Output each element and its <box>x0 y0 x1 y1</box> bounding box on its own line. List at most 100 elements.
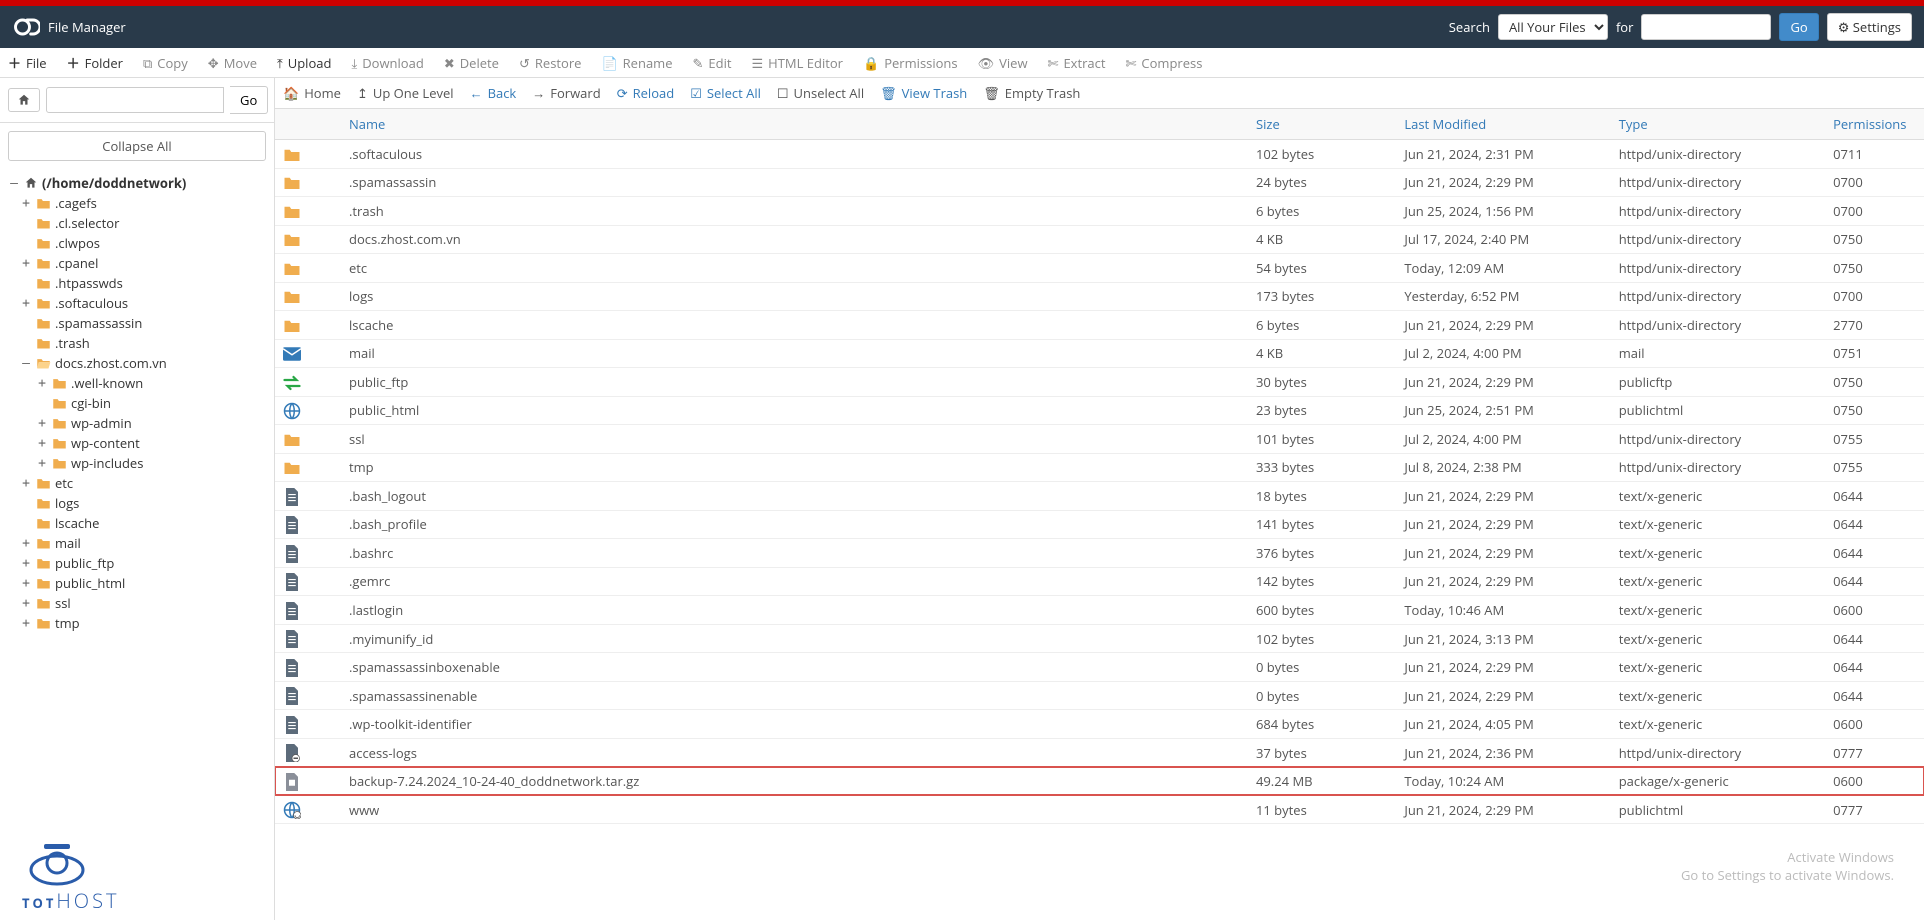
table-row[interactable]: logs173 bytesYesterday, 6:52 PMhttpd/uni… <box>275 282 1924 311</box>
tree-toggle[interactable] <box>20 336 32 351</box>
table-row[interactable]: .myimunify_id102 bytesJun 21, 2024, 3:13… <box>275 624 1924 653</box>
tree-node[interactable]: +wp-includes <box>6 453 274 473</box>
col-name-header[interactable]: Name <box>341 109 1248 140</box>
file-table-wrap[interactable]: Name Size Last Modified Type Permissions… <box>275 109 1924 920</box>
tree-toggle[interactable]: + <box>20 256 32 271</box>
tree-node[interactable]: logs <box>6 493 274 513</box>
action-home-button[interactable]: 🏠Home <box>283 84 341 102</box>
toolbar-permissions-button[interactable]: 🔒Permissions <box>863 54 958 72</box>
col-type-header[interactable]: Type <box>1611 109 1825 140</box>
tree-node[interactable]: .htpasswds <box>6 273 274 293</box>
table-row[interactable]: tmp333 bytesJul 8, 2024, 2:38 PMhttpd/un… <box>275 453 1924 482</box>
col-icon-header[interactable] <box>275 109 341 140</box>
tree-toggle[interactable]: + <box>20 576 32 591</box>
tree-toggle[interactable]: + <box>36 436 48 451</box>
tree-node[interactable]: .trash <box>6 333 274 353</box>
tree-toggle[interactable]: + <box>20 476 32 491</box>
collapse-all-button[interactable]: Collapse All <box>8 131 266 161</box>
tree-toggle[interactable] <box>36 396 48 411</box>
table-row[interactable]: .spamassassinenable0 bytesJun 21, 2024, … <box>275 681 1924 710</box>
toolbar-upload-button[interactable]: ⤒Upload <box>277 54 331 72</box>
toolbar-restore-button[interactable]: ↺Restore <box>519 54 582 72</box>
table-row[interactable]: .gemrc142 bytesJun 21, 2024, 2:29 PMtext… <box>275 567 1924 596</box>
tree-toggle[interactable] <box>20 236 32 251</box>
tree-toggle[interactable]: + <box>20 596 32 611</box>
col-size-header[interactable]: Size <box>1248 109 1396 140</box>
table-row[interactable]: .wp-toolkit-identifier684 bytesJun 21, 2… <box>275 710 1924 739</box>
home-button[interactable] <box>8 88 40 112</box>
tree-node[interactable]: +.cpanel <box>6 253 274 273</box>
tree-node[interactable]: lscache <box>6 513 274 533</box>
tree-node[interactable]: +etc <box>6 473 274 493</box>
tree-toggle[interactable]: + <box>36 376 48 391</box>
tree-node[interactable]: .spamassassin <box>6 313 274 333</box>
col-permissions-header[interactable]: Permissions <box>1825 109 1924 140</box>
tree-node[interactable]: +tmp <box>6 613 274 633</box>
tree-toggle[interactable] <box>20 316 32 331</box>
action-view-trash-button[interactable]: 🗑View Trash <box>880 84 967 102</box>
table-row[interactable]: .bash_profile141 bytesJun 21, 2024, 2:29… <box>275 510 1924 539</box>
action-up-one-level-button[interactable]: ↥Up One Level <box>357 84 454 102</box>
table-row[interactable]: etc54 bytesToday, 12:09 AMhttpd/unix-dir… <box>275 254 1924 283</box>
tree-toggle[interactable] <box>20 276 32 291</box>
table-row[interactable]: .lastlogin600 bytesToday, 10:46 AMtext/x… <box>275 596 1924 625</box>
table-row[interactable]: www11 bytesJun 21, 2024, 2:29 PMpublicht… <box>275 795 1924 824</box>
path-go-button[interactable]: Go <box>230 86 268 114</box>
toolbar-view-button[interactable]: 👁View <box>978 54 1028 72</box>
toolbar-download-button[interactable]: ⤓Download <box>351 54 423 72</box>
tree-toggle[interactable]: + <box>20 556 32 571</box>
action-empty-trash-button[interactable]: 🗑Empty Trash <box>983 84 1080 102</box>
action-forward-button[interactable]: →Forward <box>532 84 600 102</box>
tree-toggle[interactable]: – <box>20 356 32 371</box>
action-select-all-button[interactable]: ☑Select All <box>690 84 761 102</box>
table-row[interactable]: .trash6 bytesJun 25, 2024, 1:56 PMhttpd/… <box>275 197 1924 226</box>
app-logo[interactable]: File Manager <box>12 13 126 41</box>
col-modified-header[interactable]: Last Modified <box>1396 109 1610 140</box>
table-row[interactable]: mail4 KBJul 2, 2024, 4:00 PMmail0751 <box>275 339 1924 368</box>
tree-toggle[interactable]: + <box>20 296 32 311</box>
tree-node[interactable]: +.softaculous <box>6 293 274 313</box>
toolbar-folder-button[interactable]: ＋Folder <box>67 53 123 72</box>
table-row[interactable]: lscache6 bytesJun 21, 2024, 2:29 PMhttpd… <box>275 311 1924 340</box>
table-row[interactable]: backup-7.24.2024_10-24-40_doddnetwork.ta… <box>275 767 1924 796</box>
tree-toggle[interactable]: – <box>8 176 20 191</box>
tree-toggle[interactable]: + <box>20 616 32 631</box>
toolbar-edit-button[interactable]: ✎Edit <box>693 54 732 72</box>
tree-node[interactable]: +ssl <box>6 593 274 613</box>
action-reload-button[interactable]: ⟳Reload <box>617 84 675 102</box>
toolbar-compress-button[interactable]: ✄Compress <box>1126 54 1203 72</box>
table-row[interactable]: public_ftp30 bytesJun 21, 2024, 2:29 PMp… <box>275 368 1924 397</box>
toolbar-html-editor-button[interactable]: ☰HTML Editor <box>752 54 843 72</box>
tree-toggle[interactable]: + <box>20 536 32 551</box>
path-input[interactable] <box>46 87 224 113</box>
search-scope-select[interactable]: All Your Files <box>1498 14 1608 40</box>
tree-node[interactable]: +.well-known <box>6 373 274 393</box>
table-row[interactable]: public_html23 bytesJun 25, 2024, 2:51 PM… <box>275 396 1924 425</box>
table-row[interactable]: .spamassassinboxenable0 bytesJun 21, 202… <box>275 653 1924 682</box>
table-row[interactable]: docs.zhost.com.vn4 KBJul 17, 2024, 2:40 … <box>275 225 1924 254</box>
settings-button[interactable]: ⚙ Settings <box>1827 13 1912 41</box>
tree-toggle[interactable] <box>20 496 32 511</box>
search-go-button[interactable]: Go <box>1779 13 1818 41</box>
action-unselect-all-button[interactable]: ☐Unselect All <box>777 84 864 102</box>
tree-node[interactable]: +wp-admin <box>6 413 274 433</box>
action-back-button[interactable]: ←Back <box>470 84 517 102</box>
table-row[interactable]: access-logs37 bytesJun 21, 2024, 2:36 PM… <box>275 738 1924 767</box>
toolbar-rename-button[interactable]: 📄Rename <box>601 54 672 72</box>
tree-node[interactable]: +.cagefs <box>6 193 274 213</box>
tree-node[interactable]: +public_ftp <box>6 553 274 573</box>
tree-toggle[interactable]: + <box>36 456 48 471</box>
tree-toggle[interactable] <box>20 516 32 531</box>
tree-node[interactable]: +mail <box>6 533 274 553</box>
toolbar-copy-button[interactable]: ⧉Copy <box>143 54 188 72</box>
table-row[interactable]: .bashrc376 bytesJun 21, 2024, 2:29 PMtex… <box>275 539 1924 568</box>
tree-node[interactable]: .cl.selector <box>6 213 274 233</box>
table-row[interactable]: .softaculous102 bytesJun 21, 2024, 2:31 … <box>275 140 1924 169</box>
table-row[interactable]: ssl101 bytesJul 2, 2024, 4:00 PMhttpd/un… <box>275 425 1924 454</box>
tree-toggle[interactable]: + <box>20 196 32 211</box>
search-input[interactable] <box>1641 14 1771 40</box>
tree-node[interactable]: +public_html <box>6 573 274 593</box>
tree-toggle[interactable]: + <box>36 416 48 431</box>
toolbar-extract-button[interactable]: ✄Extract <box>1048 54 1106 72</box>
tree-node[interactable]: –(/home/doddnetwork) <box>6 173 274 193</box>
